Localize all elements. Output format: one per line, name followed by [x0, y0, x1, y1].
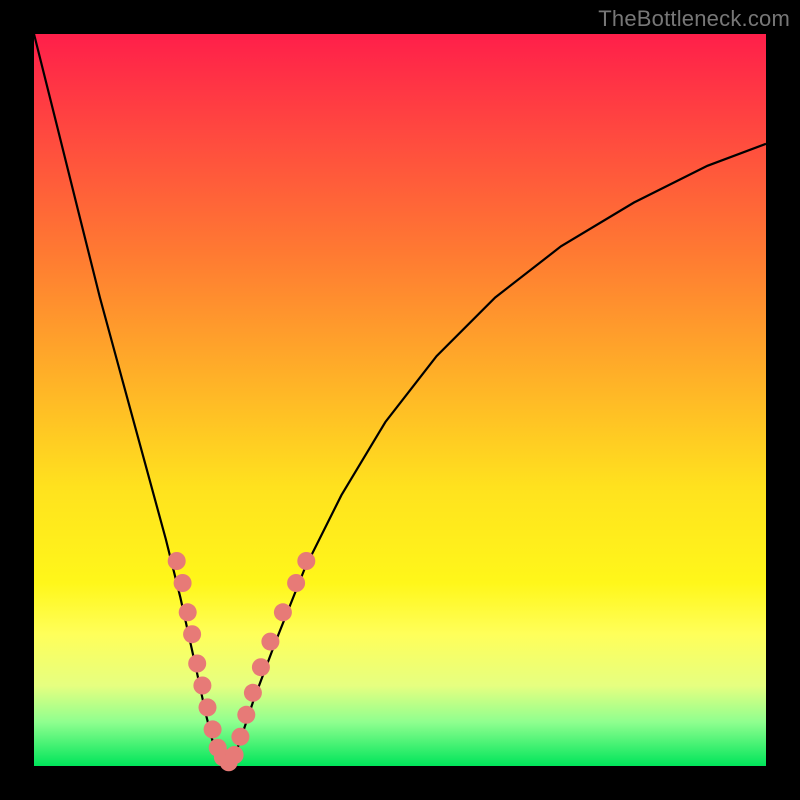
sample-point	[274, 603, 292, 621]
sample-point	[237, 706, 255, 724]
chart-frame: TheBottleneck.com	[0, 0, 800, 800]
sample-point	[297, 552, 315, 570]
sample-point	[174, 574, 192, 592]
sample-point	[193, 677, 211, 695]
sample-point	[261, 633, 279, 651]
sample-point	[231, 728, 249, 746]
bottleneck-curve	[34, 34, 766, 766]
sample-point	[188, 655, 206, 673]
sample-point	[199, 698, 217, 716]
sample-point	[183, 625, 201, 643]
sample-point	[252, 658, 270, 676]
sample-point	[244, 684, 262, 702]
sample-point	[204, 720, 222, 738]
curve-svg	[34, 34, 766, 766]
sample-point	[168, 552, 186, 570]
sample-point	[226, 746, 244, 764]
sample-points-group	[168, 552, 316, 771]
plot-area	[34, 34, 766, 766]
sample-point	[287, 574, 305, 592]
sample-point	[179, 603, 197, 621]
watermark-text: TheBottleneck.com	[598, 6, 790, 32]
